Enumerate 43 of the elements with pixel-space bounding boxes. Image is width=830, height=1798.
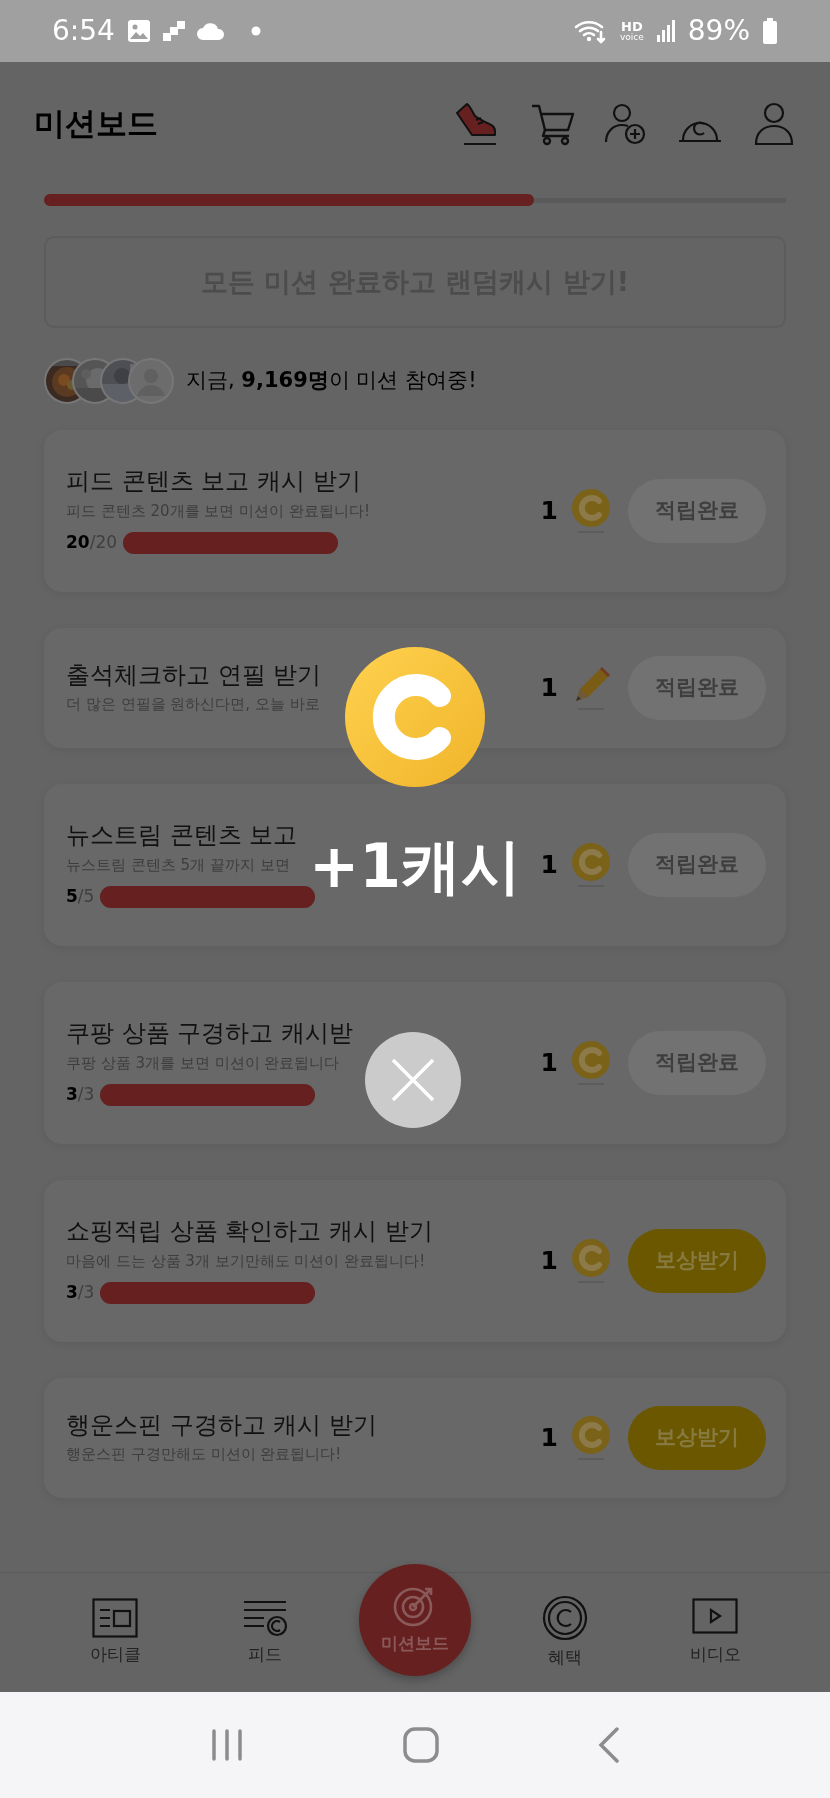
nav-tab[interactable]: 비디오 <box>659 1597 771 1668</box>
add-user-icon[interactable] <box>604 102 648 146</box>
claim-button[interactable]: 보상받기 <box>628 1229 766 1293</box>
clock-time: 6:54 <box>52 13 115 49</box>
app-icon <box>162 21 185 41</box>
battery-icon <box>762 18 778 44</box>
back-icon[interactable] <box>598 1727 621 1763</box>
reward-count: 1 <box>540 1245 558 1278</box>
nav-tab[interactable]: 아티클 <box>59 1597 171 1668</box>
reward-count: 1 <box>540 1047 558 1080</box>
mission-title: 쿠팡 상품 구경하고 캐시받 <box>66 1018 353 1050</box>
copyright-icon <box>542 1594 588 1641</box>
nav-tab[interactable]: 혜택 <box>509 1594 621 1671</box>
home-icon[interactable] <box>403 1727 439 1763</box>
nav-tab[interactable]: 피드 <box>209 1597 321 1668</box>
voice-label: voice <box>619 32 644 41</box>
hd-label: HD <box>621 21 643 33</box>
mission-title: 뉴스트림 콘텐츠 보고 <box>66 820 298 852</box>
wifi-icon <box>573 18 608 44</box>
page-title: 미션보드 <box>34 105 158 143</box>
dot-icon <box>250 26 261 36</box>
reward-count: 1 <box>540 1422 558 1455</box>
mission-title: 행운스핀 구경하고 캐시 받기 <box>66 1410 377 1442</box>
avatar-icon <box>128 358 174 404</box>
signal-icon <box>655 19 676 43</box>
cloud-icon <box>196 22 225 40</box>
cart-icon[interactable] <box>530 102 576 146</box>
nav-tab[interactable]: 미션보드 <box>359 1563 471 1676</box>
recent-apps-icon[interactable] <box>209 1728 244 1762</box>
participants-text: 지금, 9,169명이 미션 참여중! <box>186 367 477 395</box>
battery-percent: 89% <box>687 13 750 49</box>
user-icon[interactable] <box>752 102 796 146</box>
mission-title: 쇼핑적립 상품 확인하고 캐시 받기 <box>66 1216 433 1248</box>
reward-count: 1 <box>540 672 558 705</box>
claim-button[interactable]: 보상받기 <box>628 1406 766 1470</box>
image-icon <box>126 19 151 43</box>
reward-count: 1 <box>540 495 558 528</box>
reward-amount: +1캐시 <box>309 830 521 902</box>
reward-count: 1 <box>540 849 558 882</box>
mission-title: 피드 콘텐츠 보고 캐시 받기 <box>66 466 361 498</box>
article-icon <box>92 1597 138 1638</box>
close-icon <box>391 1058 435 1102</box>
mission-title: 출석체크하고 연필 받기 <box>66 660 322 692</box>
